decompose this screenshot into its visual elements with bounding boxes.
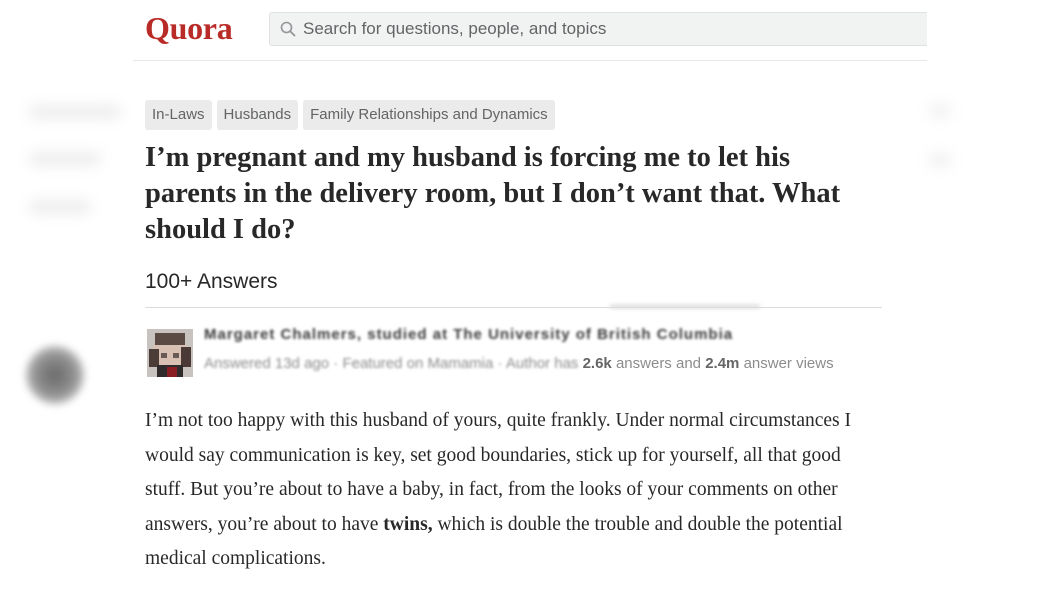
topic-tag-family-relationships[interactable]: Family Relationships and Dynamics [303, 100, 555, 130]
blurred-background-text [30, 201, 90, 213]
search-input[interactable]: Search for questions, people, and topics [303, 19, 606, 39]
topic-tag-husbands[interactable]: Husbands [216, 100, 299, 130]
answer-meta: Answered 13d ago · Featured on Mamamia ·… [204, 355, 834, 372]
answers-and-label: answers and [615, 355, 702, 372]
avatar[interactable] [147, 329, 193, 377]
quora-logo[interactable]: Quora [145, 10, 233, 47]
featured-on[interactable]: Featured on Mamamia [342, 355, 493, 372]
answer-body: I’m not too happy with this husband of y… [145, 404, 885, 577]
view-count: 2.4m [705, 355, 740, 372]
blurred-background-text [30, 153, 100, 165]
header-divider [133, 60, 927, 61]
search-bar[interactable]: Search for questions, people, and topics [269, 12, 927, 46]
answers-count: 100+ Answers [145, 270, 278, 293]
answer-count: 2.6k [582, 355, 612, 372]
question-title: I’m pregnant and my husband is forcing m… [145, 142, 841, 245]
answer-emphasis: twins, [383, 513, 433, 535]
answers-divider [145, 307, 882, 308]
topic-tag-in-laws[interactable]: In-Laws [145, 100, 212, 130]
blurred-background-text [930, 106, 950, 116]
answered-date[interactable]: Answered 13d ago [204, 355, 329, 372]
blurred-background-text [30, 106, 120, 118]
blurred-avatar [26, 346, 84, 404]
author-credential[interactable]: Margaret Chalmers, studied at The Univer… [204, 326, 733, 343]
topic-list: In-Laws Husbands Family Relationships an… [145, 100, 555, 130]
search-icon [280, 21, 296, 37]
blurred-background-text [930, 155, 950, 165]
answer-views-label: answer views [743, 355, 834, 372]
author-has-label: Author has [505, 355, 579, 372]
